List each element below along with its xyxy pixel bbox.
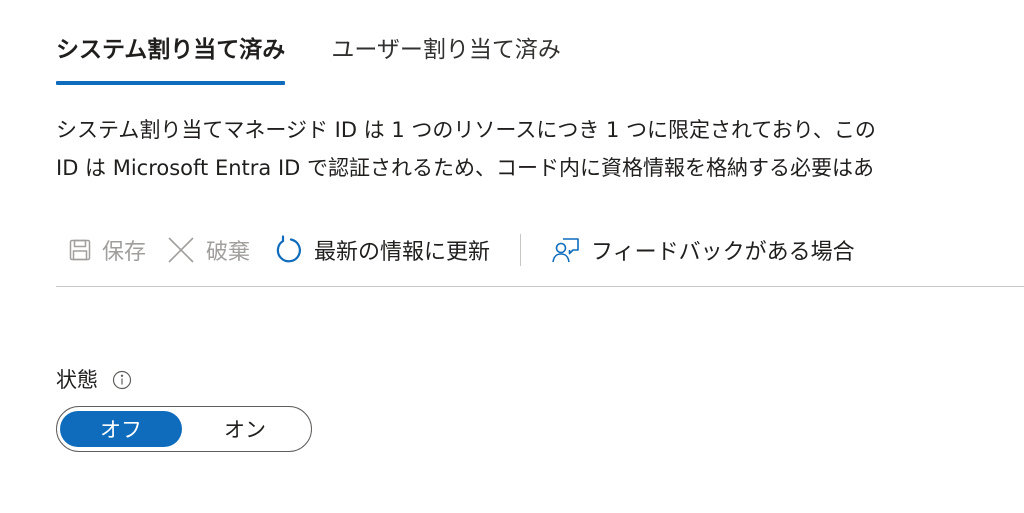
description-line-1: システム割り当てマネージド ID は 1 つのリソースにつき 1 つに限定されて… xyxy=(56,118,876,142)
status-label-text: 状態 xyxy=(56,368,98,392)
feedback-button[interactable]: フィードバックがある場合 xyxy=(551,228,855,272)
tab-user-assigned[interactable]: ユーザー割り当て済み xyxy=(331,30,561,86)
close-icon xyxy=(166,235,196,265)
feedback-label: フィードバックがある場合 xyxy=(591,240,855,265)
feedback-icon xyxy=(551,235,581,265)
description-text: システム割り当てマネージド ID は 1 つのリソースにつき 1 つに限定されて… xyxy=(56,111,1024,187)
toggle-option-off[interactable]: オフ xyxy=(60,411,182,447)
tab-system-assigned[interactable]: システム割り当て済み xyxy=(56,30,286,86)
discard-label: 破棄 xyxy=(206,240,251,265)
refresh-label: 最新の情報に更新 xyxy=(314,240,491,265)
save-label: 保存 xyxy=(102,240,147,265)
discard-button[interactable]: 破棄 xyxy=(166,228,250,272)
command-bar: 保存 破棄 最新の情報に更新 フィードバックがある場合 xyxy=(56,228,1024,287)
toolbar-divider xyxy=(520,234,522,266)
save-icon xyxy=(68,238,92,262)
refresh-icon xyxy=(274,235,304,265)
identity-tabs: システム割り当て済み ユーザー割り当て済み xyxy=(56,30,561,86)
description-line-2: ID は Microsoft Entra ID で認証されるため、コード内に資格… xyxy=(56,156,874,180)
save-button[interactable]: 保存 xyxy=(68,228,146,272)
toggle-option-on[interactable]: オン xyxy=(182,411,308,447)
status-toggle: オフ オン xyxy=(56,406,312,452)
status-field-label: 状態 xyxy=(56,364,132,396)
refresh-button[interactable]: 最新の情報に更新 xyxy=(274,228,490,272)
managed-identity-page: システム割り当て済み ユーザー割り当て済み システム割り当てマネージド ID は… xyxy=(0,0,1024,513)
info-icon[interactable] xyxy=(112,370,132,390)
